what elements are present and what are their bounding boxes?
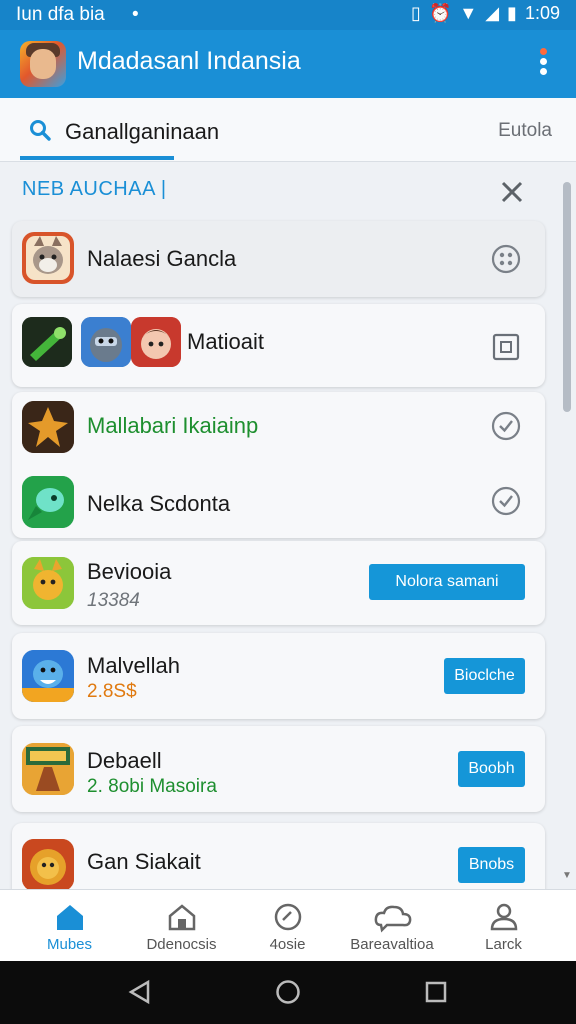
list-item[interactable]: Beviooia 13384 Nolora samani (12, 541, 545, 625)
nav-label: Mubes (46, 936, 93, 953)
nav-label: 4osie (269, 936, 306, 953)
row-title: Nalaesi Gancla (87, 246, 237, 271)
options-circle-icon[interactable] (491, 244, 521, 274)
install-button[interactable]: Bnobs (458, 847, 525, 883)
close-icon[interactable] (500, 180, 524, 204)
tab-active-indicator (20, 156, 174, 160)
list-item[interactable]: Malvellah 2.8S$ Bioclche (12, 633, 545, 719)
nav-item-recent[interactable]: 4osie (230, 890, 345, 962)
install-button[interactable]: Nolora samani (369, 564, 525, 600)
bottom-navigation: Mubes Ddenocsis 4osie Bareavaltioa Larck (0, 889, 576, 961)
signal-icon: ◢ (485, 3, 500, 23)
fox-game-icon (22, 557, 74, 609)
arrow-game-icon (22, 317, 72, 367)
row-subtitle: 13384 (87, 590, 140, 611)
recents-square-icon[interactable] (423, 979, 449, 1005)
row-title: Beviooia (87, 559, 172, 584)
chat-cloud-icon (374, 905, 412, 933)
tab-right[interactable]: Eutola (498, 120, 552, 142)
nav-item-account[interactable]: Larck (446, 890, 561, 962)
nav-item-home[interactable]: Mubes (12, 890, 127, 962)
list-item[interactable]: Nalaesi Gancla (12, 221, 545, 297)
wifi-icon: ▼ (459, 3, 478, 23)
tower-game-icon (22, 743, 74, 795)
list-group: Mallabari Ikaiainp Nelka Scdonta (12, 392, 545, 538)
checkbox-square-icon[interactable] (491, 332, 521, 362)
app-bar: Mdadasanl Indansia (0, 30, 576, 98)
status-left-text: Iun dfa bia (16, 4, 105, 25)
list-item[interactable]: Debaell 2. 8obi Masoira Boobh (12, 726, 545, 812)
game-character-icon[interactable] (20, 41, 66, 87)
row-title: Gan Siakait (87, 849, 201, 874)
results-list: NEB AUCHAA | Nalaesi Gancla Matioait Mal… (0, 163, 576, 889)
list-item[interactable]: Gan Siakait Bnobs (12, 823, 545, 889)
robot-game-icon (81, 317, 131, 367)
shark-game-icon (22, 650, 74, 702)
fish-game-icon[interactable] (22, 476, 74, 528)
house-outline-icon (168, 904, 196, 931)
section-header: NEB AUCHAA | (22, 178, 167, 200)
checkmark-circle-icon[interactable] (491, 411, 521, 441)
tab-strip: Ganallganinaan Eutola (0, 98, 576, 162)
tab-search[interactable]: Ganallganinaan (65, 119, 219, 145)
row-title[interactable]: Nelka Scdonta (87, 491, 230, 517)
nav-label: Bareavaltioa (350, 936, 434, 953)
back-triangle-icon[interactable] (127, 979, 153, 1005)
overflow-menu-icon[interactable] (540, 48, 550, 78)
nav-item-chat[interactable]: Bareavaltioa (333, 890, 451, 962)
row-title: Malvellah (87, 653, 180, 678)
status-dot: • (132, 4, 139, 25)
row-title: Debaell (87, 748, 162, 773)
status-time: 1:09 (524, 3, 560, 23)
system-navigation-bar (0, 961, 576, 1024)
lion-game-icon (22, 839, 74, 889)
battery-icon: ▮ (507, 3, 517, 23)
status-icons: ▯ ⏰ ▼ ◢ ▮ 1:09 (411, 3, 560, 24)
scrollbar[interactable]: ▼ (561, 180, 573, 884)
row-subtitle: 2.8S$ (87, 681, 137, 702)
nav-label: Larck (485, 936, 522, 953)
install-button[interactable]: Boobh (458, 751, 525, 787)
app-title: Mdadasanl Indansia (77, 47, 301, 75)
list-item[interactable]: Matioait (12, 304, 545, 387)
nav-item-discover[interactable]: Ddenocsis (124, 890, 239, 962)
home-icon (57, 905, 83, 930)
scroll-down-icon[interactable]: ▼ (561, 871, 573, 881)
scrollbar-thumb[interactable] (563, 182, 571, 412)
checkmark-circle-icon[interactable] (491, 486, 521, 516)
vibrate-icon: ▯ (411, 3, 421, 23)
clock-circle-icon (274, 903, 302, 931)
row-title: Matioait (187, 329, 265, 354)
status-bar: Iun dfa bia • ▯ ⏰ ▼ ◢ ▮ 1:09 (0, 0, 576, 30)
alarm-icon: ⏰ (428, 3, 452, 23)
home-circle-icon[interactable] (275, 979, 301, 1005)
cat-app-icon (22, 232, 74, 284)
baby-face-icon (131, 317, 181, 367)
person-icon (490, 903, 518, 931)
row-title[interactable]: Mallabari Ikaiainp (87, 413, 258, 439)
warrior-game-icon[interactable] (22, 401, 74, 453)
row-subtitle: 2. 8obi Masoira (87, 776, 217, 797)
nav-label: Ddenocsis (146, 936, 217, 953)
search-icon[interactable] (28, 118, 52, 142)
install-button[interactable]: Bioclche (444, 658, 525, 694)
